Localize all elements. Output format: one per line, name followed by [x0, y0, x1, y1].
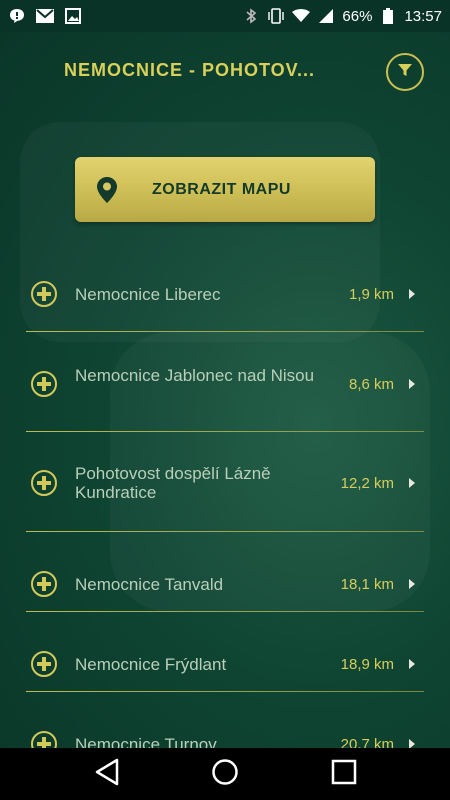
medical-cross-icon	[31, 470, 57, 496]
notification-icon	[8, 7, 26, 25]
hospital-distance: 20,7 km	[340, 736, 394, 748]
hospital-name: Nemocnice Frýdlant	[75, 655, 227, 674]
list-item[interactable]: Nemocnice Tanvald 18,1 km	[0, 532, 450, 612]
gmail-icon	[36, 7, 54, 25]
hospital-name: Nemocnice Tanvald	[75, 575, 224, 594]
show-map-label: ZOBRAZIT MAPU	[152, 181, 291, 198]
recents-icon	[331, 759, 357, 790]
signal-icon	[317, 7, 335, 25]
chevron-right-icon	[409, 379, 415, 389]
map-pin-icon	[97, 177, 117, 208]
hospital-name: Pohotovost dospělí Lázně Kundratice	[75, 464, 271, 502]
show-map-button[interactable]: ZOBRAZIT MAPU	[75, 157, 375, 222]
back-button[interactable]	[90, 758, 124, 790]
bluetooth-icon	[242, 7, 260, 25]
chevron-right-icon	[409, 659, 415, 669]
chevron-right-icon	[409, 289, 415, 299]
main-content: NEMOCNICE - POHOTOV... ZOBRAZIT MAPU Nem…	[0, 32, 450, 748]
hospital-distance: 18,1 km	[340, 576, 394, 593]
list-item[interactable]: Nemocnice Jablonec nad Nisou 8,6 km	[0, 332, 450, 432]
hospital-name: Nemocnice Liberec	[75, 285, 221, 304]
back-icon	[94, 758, 120, 791]
filter-icon	[397, 62, 413, 83]
navigation-bar	[0, 748, 450, 800]
list-item[interactable]: Nemocnice Turnov 20,7 km	[0, 692, 450, 748]
battery-percent: 66%	[342, 7, 373, 25]
vibrate-icon	[267, 7, 285, 25]
hospital-distance: 1,9 km	[348, 286, 394, 303]
list-item[interactable]: Nemocnice Liberec 1,9 km	[0, 250, 450, 332]
clock: 13:57	[404, 7, 442, 25]
wifi-icon	[292, 7, 311, 25]
chevron-right-icon	[409, 478, 415, 488]
medical-cross-icon	[31, 651, 57, 677]
hospital-name: Nemocnice Turnov	[75, 735, 217, 748]
medical-cross-icon	[31, 731, 57, 748]
medical-cross-icon	[31, 281, 57, 307]
home-button[interactable]	[208, 758, 242, 790]
page-title: NEMOCNICE - POHOTOV...	[64, 60, 316, 80]
header: NEMOCNICE - POHOTOV...	[0, 32, 450, 112]
chevron-right-icon	[409, 739, 415, 748]
filter-button[interactable]	[386, 53, 424, 91]
gallery-icon	[64, 7, 82, 25]
hospital-distance: 12,2 km	[340, 475, 394, 492]
status-bar: 66% 13:57	[0, 0, 450, 32]
medical-cross-icon	[31, 371, 57, 397]
recents-button[interactable]	[327, 758, 361, 790]
battery-icon	[379, 7, 397, 25]
hospital-distance: 8,6 km	[348, 376, 394, 393]
list-item[interactable]: Nemocnice Frýdlant 18,9 km	[0, 612, 450, 692]
app-screen: 66% 13:57 NEMOCNICE - POHOTOV... ZOBRAZI…	[0, 0, 450, 800]
hospital-distance: 18,9 km	[340, 656, 394, 673]
home-icon	[211, 758, 239, 791]
hospital-name: Nemocnice Jablonec nad Nisou	[75, 366, 315, 385]
chevron-right-icon	[409, 579, 415, 589]
medical-cross-icon	[31, 571, 57, 597]
list-item[interactable]: Pohotovost dospělí Lázně Kundratice 12,2…	[0, 432, 450, 532]
